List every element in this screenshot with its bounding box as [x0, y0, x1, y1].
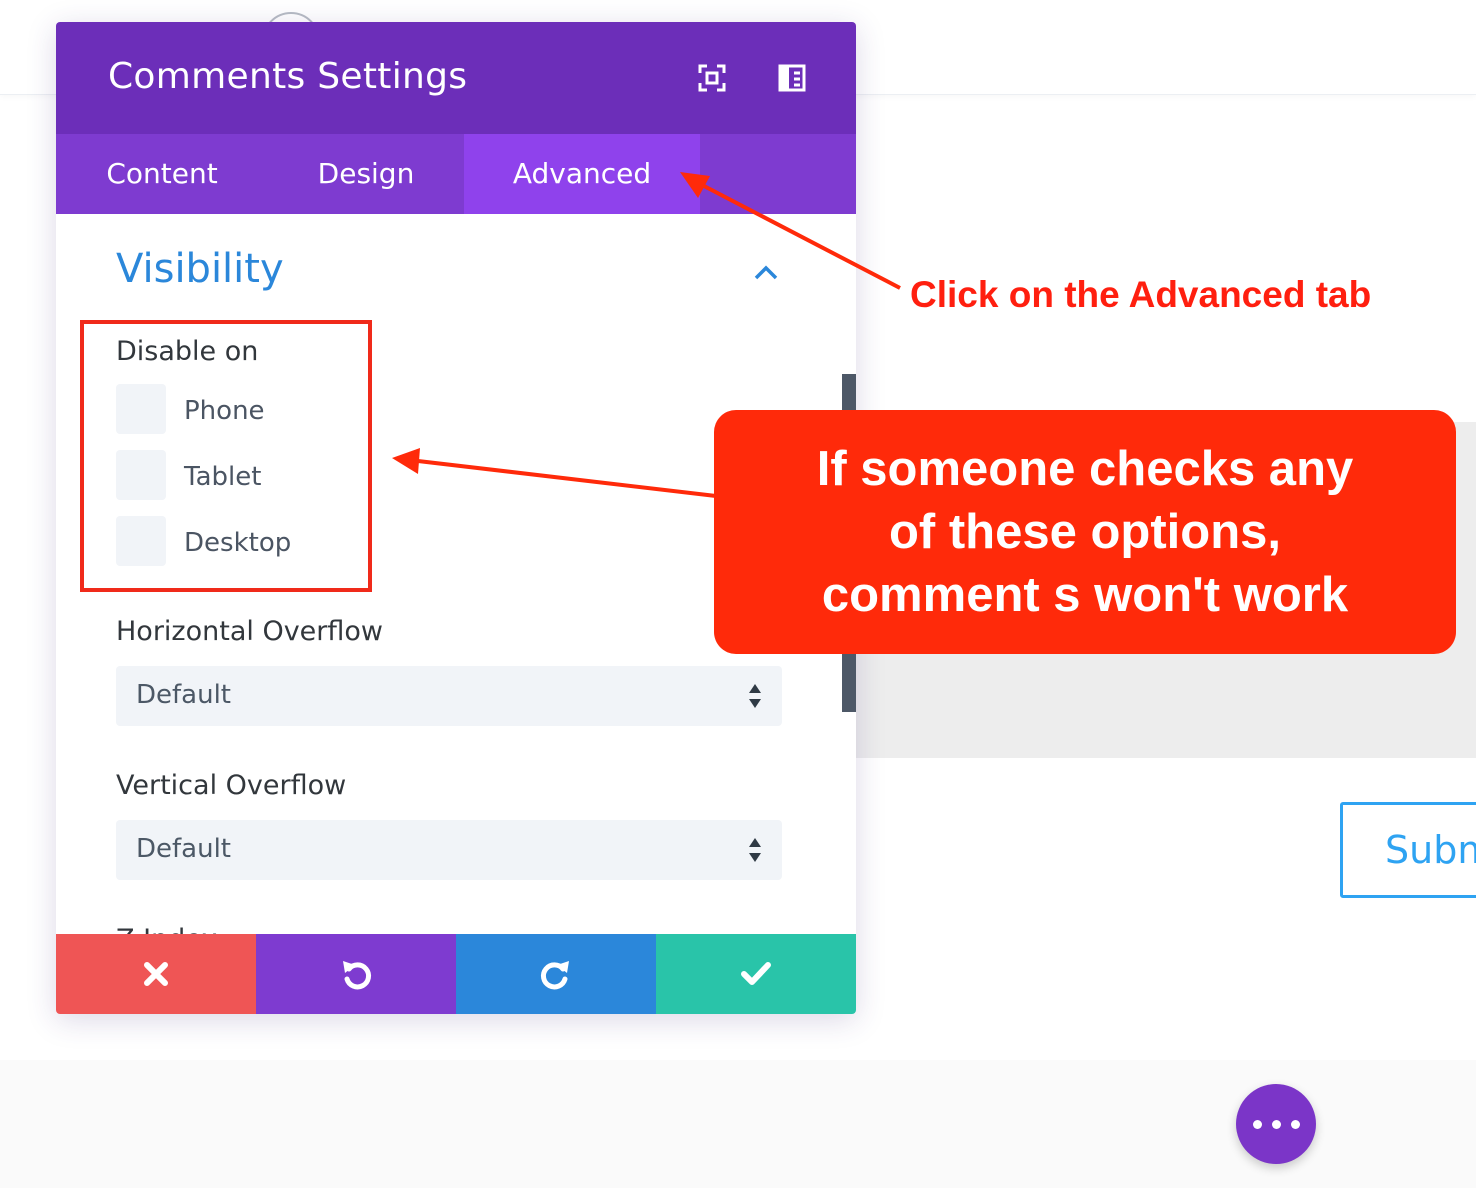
- cancel-button[interactable]: [56, 934, 256, 1014]
- more-dots-icon: [1248, 1119, 1305, 1129]
- advanced-tab-note: Click on the Advanced tab: [910, 274, 1372, 315]
- modal-title: Comments Settings: [108, 56, 468, 97]
- checkmark-icon: [741, 962, 771, 985]
- vertical-overflow-value: Default: [136, 834, 231, 864]
- vertical-overflow-select[interactable]: Default: [116, 820, 782, 880]
- tab-design[interactable]: Design: [268, 134, 464, 214]
- select-arrows-icon: [749, 684, 761, 708]
- horizontal-overflow-label: Horizontal Overflow: [116, 616, 383, 647]
- callout-text: If someone checks any of these options, …: [817, 438, 1354, 627]
- visibility-section-title[interactable]: Visibility: [116, 246, 284, 292]
- settings-tabs: Content Design Advanced: [56, 134, 856, 214]
- focus-expand-icon[interactable]: [696, 62, 728, 94]
- callout-line: comment s won't work: [821, 567, 1349, 622]
- modal-header: Comments Settings: [56, 22, 856, 134]
- warning-callout: If someone checks any of these options, …: [714, 410, 1456, 654]
- highlight-box: [80, 320, 372, 592]
- modal-footer: [56, 934, 856, 1014]
- horizontal-overflow-select[interactable]: Default: [116, 666, 782, 726]
- undo-icon: [343, 961, 372, 990]
- save-button[interactable]: [656, 934, 856, 1014]
- redo-button[interactable]: [456, 934, 656, 1014]
- submit-button[interactable]: Submit: [1340, 802, 1476, 898]
- more-options-button[interactable]: [1236, 1084, 1316, 1164]
- redo-icon: [540, 961, 569, 990]
- select-arrows-icon: [749, 838, 761, 862]
- vertical-overflow-label: Vertical Overflow: [116, 770, 347, 801]
- chevron-up-icon[interactable]: [752, 264, 780, 282]
- undo-button[interactable]: [256, 934, 456, 1014]
- tab-content[interactable]: Content: [56, 134, 268, 214]
- close-icon: [144, 962, 168, 986]
- callout-line: If someone checks any: [816, 441, 1354, 496]
- callout-line: of these options,: [888, 504, 1281, 559]
- sidebar-layout-icon[interactable]: [776, 62, 808, 94]
- z-index-label: Z Index: [116, 924, 217, 934]
- horizontal-overflow-value: Default: [136, 680, 231, 710]
- tab-advanced[interactable]: Advanced: [464, 134, 700, 214]
